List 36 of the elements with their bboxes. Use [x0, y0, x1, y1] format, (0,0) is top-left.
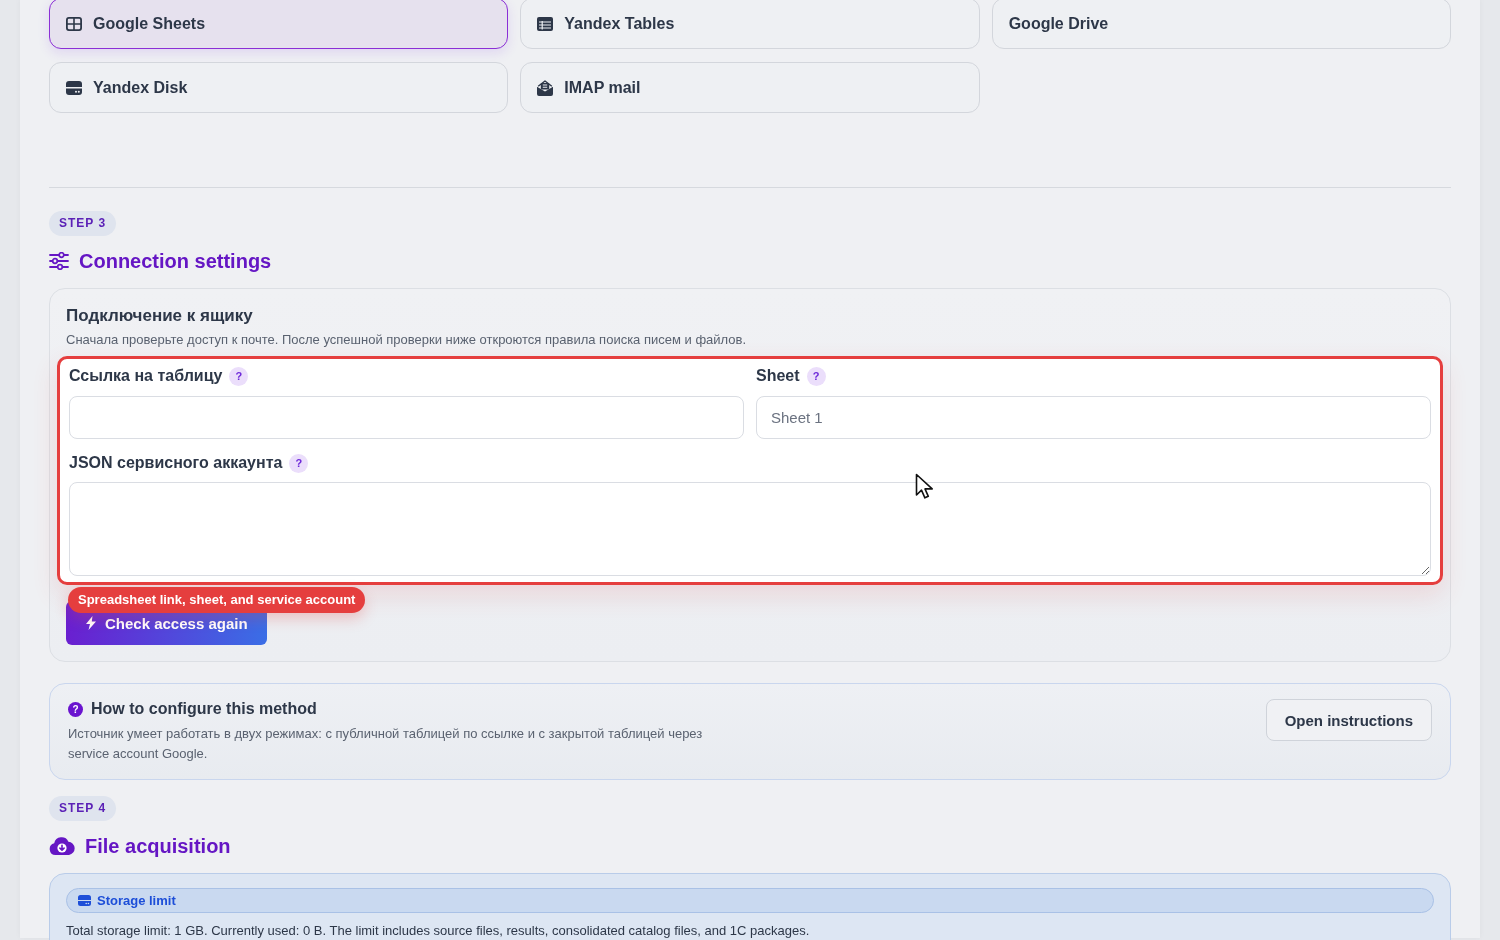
help-badge[interactable]: ?	[806, 366, 826, 386]
table-icon	[537, 16, 554, 31]
mouse-pointer-icon	[915, 473, 934, 499]
section-heading: Connection settings	[79, 249, 272, 274]
lightning-icon	[86, 616, 96, 630]
source-option[interactable]: Yandex Tables	[520, 0, 980, 49]
field-label: JSON сервисного аккаунта	[69, 453, 283, 473]
input-field[interactable]: Sheet 1	[756, 396, 1431, 439]
field-label: Ссылка на таблицу	[69, 366, 223, 386]
error-badge: Spreadsheet link, sheet, and service account	[68, 587, 366, 613]
sliders-icon	[49, 252, 69, 270]
help-title: How to configure this method	[91, 700, 317, 718]
cloud-download-icon	[49, 837, 75, 855]
storage-text: Total storage limit: 1 GB. Currently used: 0 B. The limit includes source files, results, consolidated catalog files, and 1C packages.	[66, 922, 811, 940]
hard-drive-icon	[66, 80, 82, 95]
help-text: Источник умеет работать в двух режимах: с публичной таблицей по ссылке и с закрытой таблицей через service account Google.	[68, 725, 704, 763]
input-field[interactable]	[69, 396, 744, 439]
textarea-field[interactable]	[69, 482, 1431, 576]
step-badge: STEP 4	[49, 796, 117, 821]
help-mark-icon: ?	[68, 701, 83, 717]
source-option[interactable]: IMAP mail	[520, 62, 980, 113]
field-label: Sheet	[756, 366, 800, 386]
storage-title: Storage limit	[97, 893, 176, 908]
section-heading: File acquisition	[85, 834, 231, 859]
source-option[interactable]: Google Sheets	[49, 0, 509, 49]
source-option[interactable]: Yandex Disk	[49, 62, 509, 113]
step-badge: STEP 3	[49, 211, 117, 236]
source-option[interactable]: Google Drive	[991, 0, 1451, 49]
open-instructions-button[interactable]: Open instructions	[1265, 699, 1432, 741]
grid-icon	[66, 16, 82, 31]
hard-drive-icon	[78, 895, 91, 906]
help-badge[interactable]: ?	[229, 366, 249, 386]
envelope-letter-icon	[537, 79, 554, 96]
help-badge[interactable]: ?	[289, 453, 309, 473]
panel-title: Подключение к ящику	[66, 305, 254, 327]
panel-description: Сначала проверьте доступ к почте. После успешной проверки ниже откроются правила поиска писем и файлов.	[66, 331, 748, 349]
